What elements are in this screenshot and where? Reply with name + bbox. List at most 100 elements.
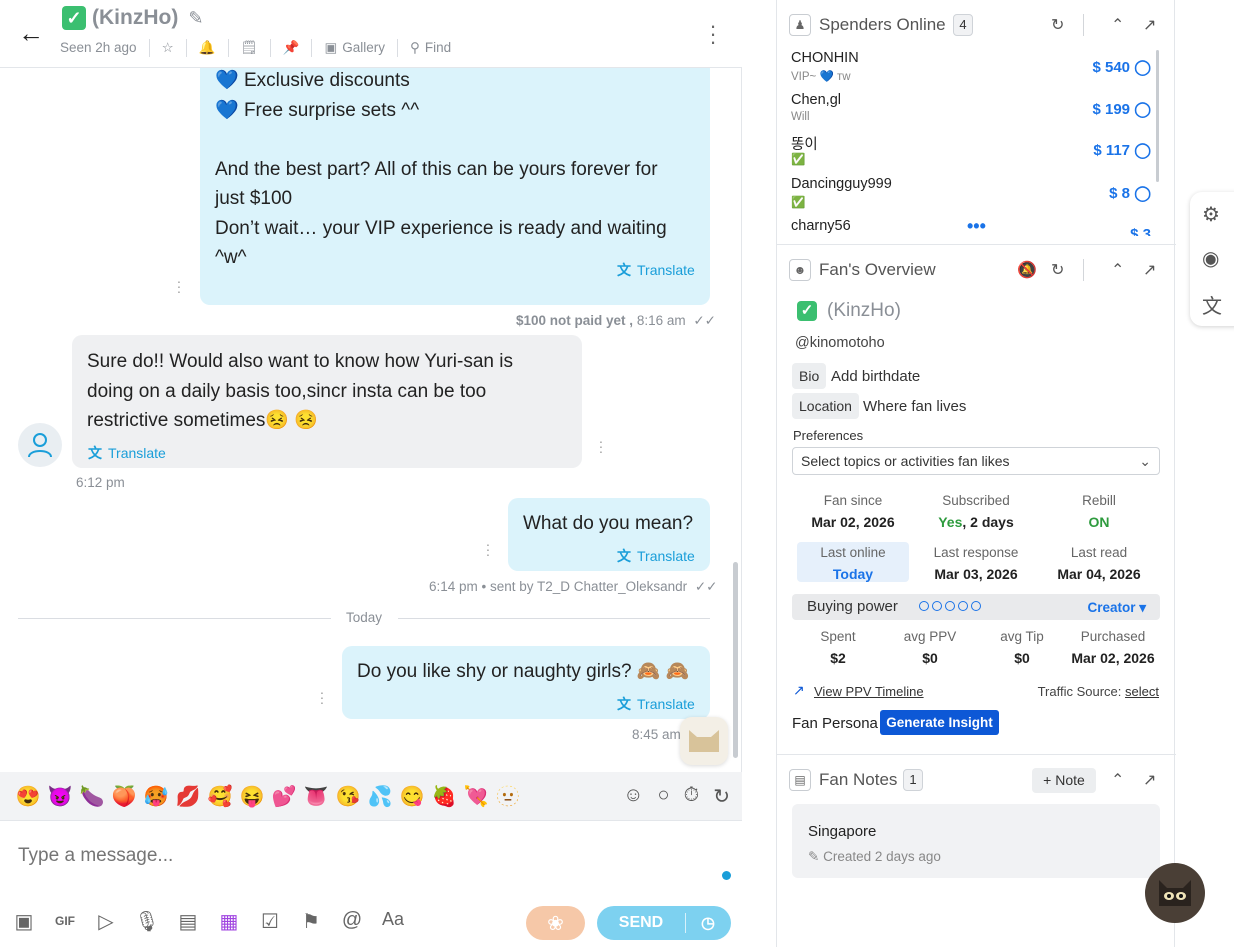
emoji-button[interactable]: 🍓 <box>428 784 460 809</box>
chat-name[interactable]: (KinzHo) <box>92 6 178 30</box>
message-menu-icon[interactable]: · · · <box>485 537 491 561</box>
spender-row[interactable]: charny56 ••• $ 3 <box>791 218 1151 236</box>
refresh-icon[interactable]: ↻ <box>1051 260 1064 280</box>
bell-off-icon[interactable]: 🔕 <box>1017 260 1037 280</box>
bubbles-icon[interactable]: ○ <box>658 784 670 809</box>
ai-media-icon[interactable]: ▦ <box>215 909 243 934</box>
emoji-button[interactable]: 🥰 <box>204 784 236 809</box>
translate-button[interactable]: 文 Translate <box>617 542 695 572</box>
generate-insight-button[interactable]: Generate Insight <box>880 710 999 735</box>
emoji-button[interactable]: 😍 <box>12 784 44 809</box>
translate-button[interactable]: 文 Translate <box>88 439 166 469</box>
cat-assistant-button[interactable] <box>680 717 728 765</box>
collapse-icon[interactable]: ⌃ <box>1111 260 1124 280</box>
fan-side-panel: ♟ Spenders Online 4 ↻ ⌃ ↗ CHONHIN VIP~ 💙… <box>776 0 1176 947</box>
more-dots-icon[interactable]: ••• <box>967 218 986 236</box>
gallery-button[interactable]: ▣ Gallery <box>312 39 398 57</box>
traffic-source-select[interactable]: select <box>1125 684 1159 699</box>
back-arrow-icon[interactable]: ← <box>18 18 48 48</box>
spender-amount[interactable]: $ 3 <box>1130 226 1151 236</box>
image-icon[interactable]: ▣ <box>10 909 38 934</box>
message-menu-icon[interactable]: · · · <box>598 434 604 458</box>
emoji-button[interactable]: 🍆 <box>76 784 108 809</box>
message-menu-icon[interactable]: · · · <box>319 685 325 709</box>
spender-amount[interactable]: $ 540 ◯ <box>1092 58 1151 76</box>
emoji-button[interactable]: 🥵 <box>140 784 172 809</box>
ppv-timeline-link[interactable]: View PPV Timeline <box>814 684 924 699</box>
spender-row[interactable]: Dancingguy999 ✅ $ 8 ◯ <box>791 176 1151 216</box>
mention-icon[interactable]: @ <box>338 909 366 934</box>
video-icon[interactable]: ▷ <box>92 909 120 934</box>
popout-icon[interactable]: ↗ <box>1143 260 1156 280</box>
ai-suggest-button[interactable]: ❀ <box>526 906 585 940</box>
text-format-icon[interactable]: Aa <box>379 909 407 934</box>
note-card[interactable]: Singapore ✎ Created 2 days ago <box>792 804 1160 878</box>
send-button[interactable]: SEND ◷ <box>597 906 731 940</box>
chat-refresh-icon[interactable]: ↻ <box>713 784 730 809</box>
assistant-mascot-button[interactable] <box>1145 863 1205 923</box>
section-divider <box>777 244 1176 245</box>
timer-icon[interactable]: ⏱ <box>684 784 700 809</box>
emoji-button[interactable]: 🍑 <box>108 784 140 809</box>
emoji-button[interactable]: 👅 <box>300 784 332 809</box>
overview-header: ☻ Fan's Overview 🔕 ↻ ⌃ ↗ <box>777 247 1176 293</box>
microphone-icon[interactable]: 🎙 <box>133 909 161 934</box>
schedule-icon[interactable]: ◷ <box>686 913 730 933</box>
smiley-icon[interactable]: ☺ <box>623 784 643 809</box>
gif-icon[interactable]: GIF <box>51 909 79 934</box>
spender-amount[interactable]: $ 117 ◯ <box>1093 141 1151 159</box>
pencil-icon[interactable]: ✎ <box>188 8 203 29</box>
emoji-button[interactable]: 😈 <box>44 784 76 809</box>
spender-amount[interactable]: $ 199 ◯ <box>1092 100 1151 118</box>
translate-button[interactable]: 文 Translate <box>617 690 695 720</box>
spender-row[interactable]: Chen,gl Will $ 199 ◯ <box>791 92 1151 132</box>
add-note-button[interactable]: + Note <box>1032 768 1096 793</box>
section-divider <box>777 754 1176 755</box>
spender-row[interactable]: 똥이 ✅ $ 117 ◯ <box>791 133 1151 173</box>
more-options-icon[interactable]: · · · <box>708 15 718 53</box>
eye-icon[interactable]: ◉ <box>1202 246 1219 271</box>
find-button[interactable]: ⚲ Find <box>398 39 463 57</box>
emoji-button[interactable]: 😋 <box>396 784 428 809</box>
flower-icon: ❀ <box>547 912 564 935</box>
price-tag-icon[interactable]: ⚑ <box>297 909 325 934</box>
popout-icon[interactable]: ↗ <box>1143 770 1156 790</box>
message-input[interactable] <box>18 845 698 867</box>
notes-icon[interactable]: 🗒 <box>229 39 271 57</box>
emoji-button[interactable]: 💕 <box>268 784 300 809</box>
message-menu-icon[interactable]: · · · <box>176 274 182 298</box>
message-text: Sure do!! Would also want to know how Yu… <box>87 351 513 431</box>
translate-icon[interactable]: 文 <box>1202 290 1222 319</box>
refresh-icon[interactable]: ↻ <box>1051 15 1064 35</box>
spenders-scrollbar[interactable] <box>1156 50 1159 182</box>
calendar-icon[interactable]: ☑ <box>256 909 284 934</box>
spender-row[interactable]: CHONHIN VIP~ 💙 тw $ 540 ◯ <box>791 50 1151 90</box>
star-icon[interactable]: ☆ <box>150 39 187 57</box>
collapse-icon[interactable]: ⌃ <box>1111 770 1124 790</box>
message-meta-text: 6:14 pm • sent by T2_D Chatter_Oleksandr <box>429 579 688 594</box>
emoji-button[interactable]: 💦 <box>364 784 396 809</box>
message-scrollbar[interactable] <box>733 562 738 758</box>
location-value[interactable]: Where fan lives <box>863 398 966 415</box>
notes-header: ▤ Fan Notes 1 ⌃ ↗ <box>777 757 1176 803</box>
emoji-button[interactable]: 💘 <box>460 784 492 809</box>
emoji-button[interactable]: 🫥 <box>492 784 524 809</box>
popout-icon[interactable]: ↗ <box>1143 15 1156 35</box>
emoji-button[interactable]: 💋 <box>172 784 204 809</box>
fan-name-row: ✓ (KinzHo) <box>797 300 901 322</box>
preferences-select[interactable]: Select topics or activities fan likes ⌄ <box>792 447 1160 475</box>
emoji-button[interactable]: 😘 <box>332 784 364 809</box>
avatar[interactable] <box>18 423 62 467</box>
gear-icon[interactable]: ⚙ <box>1202 202 1220 227</box>
buying-power-tier-dropdown[interactable]: Creator ▾ <box>1087 600 1146 616</box>
vault-icon[interactable]: ▤ <box>174 909 202 934</box>
bio-value[interactable]: Add birthdate <box>831 368 920 385</box>
translate-button[interactable]: 文 Translate <box>617 256 695 286</box>
chat-panel: ← ✓ (KinzHo) ✎ Seen 2h ago ☆ 🔔 🗒 📌 ▣ Gall… <box>0 0 742 947</box>
emoji-button[interactable]: 😝 <box>236 784 268 809</box>
bell-icon[interactable]: 🔔 <box>187 39 229 57</box>
pin-icon[interactable]: 📌 <box>271 39 313 57</box>
spender-amount[interactable]: $ 8 ◯ <box>1109 184 1151 202</box>
note-text: Singapore <box>808 823 877 840</box>
collapse-icon[interactable]: ⌃ <box>1111 15 1124 35</box>
